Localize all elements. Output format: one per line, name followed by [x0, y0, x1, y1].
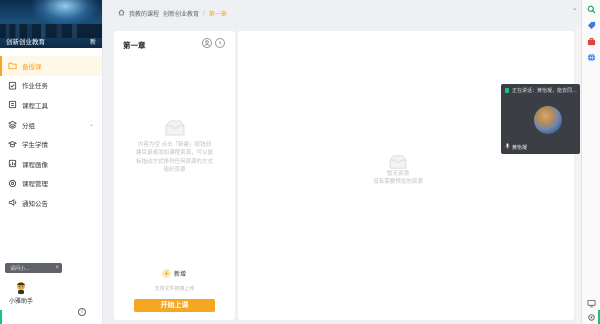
- course-title: 创新创业教育: [6, 39, 45, 46]
- chapter-empty-state: 内容为空 点击「新建」按钮创建目录或添加课程资源，可以鼠标拖动方式排列任何资源的…: [114, 119, 235, 175]
- sidebar-item-label: 作业任务: [22, 83, 48, 91]
- speaker-name: 黄怡凝: [512, 144, 528, 151]
- toolbox-icon: [8, 100, 17, 109]
- sidebar-menu: 备授课 作业任务 课程工具 分组 ⌄ 学生学情 课程画像 课程管理 通知公告: [0, 56, 102, 213]
- sidebar-item-label: 通知公告: [22, 200, 48, 208]
- sidebar-item-course-portrait[interactable]: 课程画像: [0, 154, 102, 174]
- preview-panel: 暂无资源 没有需要预览的资源: [238, 31, 574, 320]
- browser-side-toolbar: [581, 0, 600, 324]
- breadcrumb-separator: /: [203, 10, 205, 17]
- sidebar-item-assignments[interactable]: 作业任务: [0, 76, 102, 96]
- preview-empty-subtitle: 没有需要预览的资源: [373, 179, 423, 185]
- sidebar-item-label: 课程画像: [22, 161, 48, 169]
- info-icon[interactable]: i: [78, 308, 86, 316]
- speaker-name-bar: 黄怡凝: [505, 143, 527, 151]
- breadcrumb-home[interactable]: 我教的课程: [129, 9, 159, 18]
- globe-icon[interactable]: [586, 52, 596, 62]
- screen-icon[interactable]: [586, 298, 596, 308]
- tag-icon[interactable]: [586, 20, 596, 30]
- sidebar-item-label: 分组: [22, 122, 35, 130]
- chevron-down-icon[interactable]: ⌄: [89, 121, 94, 128]
- task-icon: [8, 81, 17, 90]
- collapse-chevron-icon[interactable]: ⌄: [572, 4, 578, 12]
- layers-icon: [8, 120, 17, 129]
- breadcrumb-course[interactable]: 创新创业教育: [163, 9, 199, 18]
- briefcase-icon[interactable]: [586, 36, 596, 46]
- sidebar-item-label: 课程管理: [22, 181, 48, 189]
- upload-hint: 支持文件拖拽上传: [154, 286, 195, 292]
- settings-icon[interactable]: [586, 312, 596, 322]
- assistant-label: 小雅助手: [8, 299, 33, 305]
- speaking-status-text: 正在讲话：黄怡凝，能去同…: [512, 88, 578, 94]
- speaker-icon: [8, 198, 17, 207]
- chapter-empty-text: 内容为空 点击「新建」按钮创建目录或添加课程资源，可以鼠标拖动方式排列任何资源的…: [136, 142, 214, 174]
- folder-icon: [8, 61, 17, 70]
- mic-icon: [505, 143, 510, 151]
- home-icon[interactable]: [118, 9, 125, 18]
- assistant-ask-input[interactable]: 请问小... ×: [5, 263, 62, 273]
- speaker-video-window[interactable]: 正在讲话：黄怡凝，能去同… 黄怡凝: [501, 84, 580, 154]
- sidebar-item-label: 备授课: [22, 63, 42, 71]
- sidebar: 创新创业教育 新 备授课 作业任务 课程工具 分组 ⌄ 学生学情 课程画像 课程…: [0, 0, 103, 324]
- sidebar-item-prep[interactable]: 备授课: [0, 56, 102, 76]
- course-banner[interactable]: 创新创业教育 新: [0, 0, 102, 48]
- chapter-panel: 第一章 内容为空 点击「新建」按钮创建目录或添加课程资源，可以鼠标拖动方式排列任…: [114, 31, 235, 320]
- preview-empty-title: 暂无资源: [386, 171, 409, 177]
- portrait-icon: [8, 159, 17, 168]
- sidebar-item-course-management[interactable]: 课程管理: [0, 174, 102, 194]
- sidebar-item-student-stats[interactable]: 学生学情: [0, 134, 102, 154]
- empty-box-icon: [389, 155, 407, 169]
- add-resource-label: 新增: [174, 272, 187, 278]
- ask-placeholder: 请问小...: [10, 265, 30, 272]
- add-resource-button[interactable]: + 新增: [162, 269, 186, 278]
- speaking-status: 正在讲话：黄怡凝，能去同…: [505, 87, 577, 94]
- start-class-button[interactable]: 开始上课: [134, 299, 215, 312]
- chapter-title: 第一章: [123, 41, 146, 50]
- breadcrumb: 我教的课程 创新创业教育 / 第一章: [118, 9, 227, 18]
- student-icon: [8, 140, 17, 149]
- chapter-actions: [202, 38, 225, 48]
- breadcrumb-current: 第一章: [208, 12, 227, 18]
- course-tag: 新: [89, 40, 96, 46]
- assistant-launcher[interactable]: 小雅助手: [5, 281, 37, 305]
- speaker-video-thumbnail: [534, 106, 562, 134]
- assistant-avatar-icon: [15, 281, 27, 295]
- mic-live-icon: [505, 88, 509, 93]
- settings-icon: [8, 179, 17, 188]
- preview-empty-state: 暂无资源 没有需要预览的资源: [338, 154, 458, 186]
- sidebar-item-announcements[interactable]: 通知公告: [0, 193, 102, 213]
- banner-glow: [30, 0, 100, 26]
- sidebar-item-tools[interactable]: 课程工具: [0, 95, 102, 115]
- user-circle-icon[interactable]: [202, 38, 212, 48]
- empty-box-icon: [165, 120, 184, 136]
- sidebar-item-label: 课程工具: [22, 102, 48, 110]
- close-icon[interactable]: ×: [55, 265, 59, 271]
- sidebar-item-groups[interactable]: 分组 ⌄: [0, 115, 102, 135]
- sidebar-item-label: 学生学情: [22, 142, 48, 150]
- history-circle-icon[interactable]: [215, 38, 225, 48]
- search-icon[interactable]: [586, 4, 596, 14]
- window-edge-indicator: [0, 310, 2, 324]
- plus-icon: +: [162, 269, 171, 278]
